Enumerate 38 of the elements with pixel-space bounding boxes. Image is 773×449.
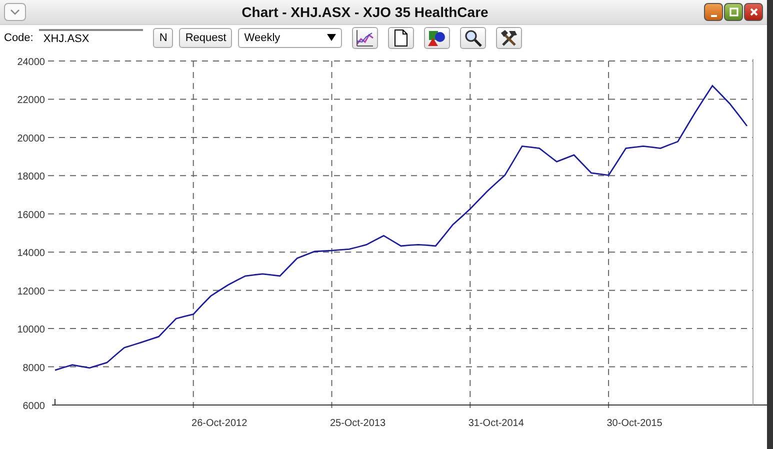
close-button[interactable] <box>744 3 763 22</box>
x-axis-label: 26-Oct-2012 <box>192 418 248 429</box>
chart-style-button[interactable] <box>352 26 378 49</box>
y-axis-label: 20000 <box>17 133 45 144</box>
x-axis-label: 31-Oct-2014 <box>468 418 524 429</box>
y-axis-label: 14000 <box>17 248 45 260</box>
y-axis-label: 24000 <box>17 57 45 68</box>
close-icon <box>748 7 758 18</box>
y-axis-label: 8000 <box>22 362 45 374</box>
document-button[interactable] <box>388 26 414 49</box>
y-axis-label: 22000 <box>17 95 45 106</box>
window-menu-button[interactable] <box>4 3 26 22</box>
y-axis-label: 6000 <box>22 401 45 412</box>
dropdown-arrow-icon <box>327 34 336 42</box>
y-axis-label: 18000 <box>17 172 45 183</box>
shapes-icon <box>428 28 446 47</box>
hammer-icon <box>500 28 518 47</box>
minimize-icon <box>710 15 716 18</box>
x-axis-label: 25-Oct-2013 <box>330 418 386 429</box>
minimize-button[interactable] <box>704 3 723 22</box>
window-title: Chart - XHJ.ASX - XJO 35 HealthCare <box>240 4 490 20</box>
y-axis-label: 10000 <box>17 324 45 336</box>
zoom-button[interactable] <box>460 26 486 49</box>
period-dropdown[interactable]: Weekly <box>238 28 342 48</box>
line-chart-icon <box>356 28 374 47</box>
chevron-down-icon <box>10 9 20 16</box>
maximize-button[interactable] <box>724 3 743 22</box>
tools-button[interactable] <box>496 26 522 49</box>
document-icon <box>393 28 410 47</box>
y-axis-label: 12000 <box>17 286 45 298</box>
n-button[interactable]: N <box>153 28 174 48</box>
maximize-icon <box>728 7 738 18</box>
shapes-button[interactable] <box>424 26 450 49</box>
code-label: Code: <box>4 32 34 44</box>
request-button[interactable]: Request <box>179 28 232 48</box>
y-axis-label: 16000 <box>17 210 45 221</box>
x-axis-label: 30-Oct-2015 <box>606 418 662 429</box>
search-icon <box>464 28 482 47</box>
